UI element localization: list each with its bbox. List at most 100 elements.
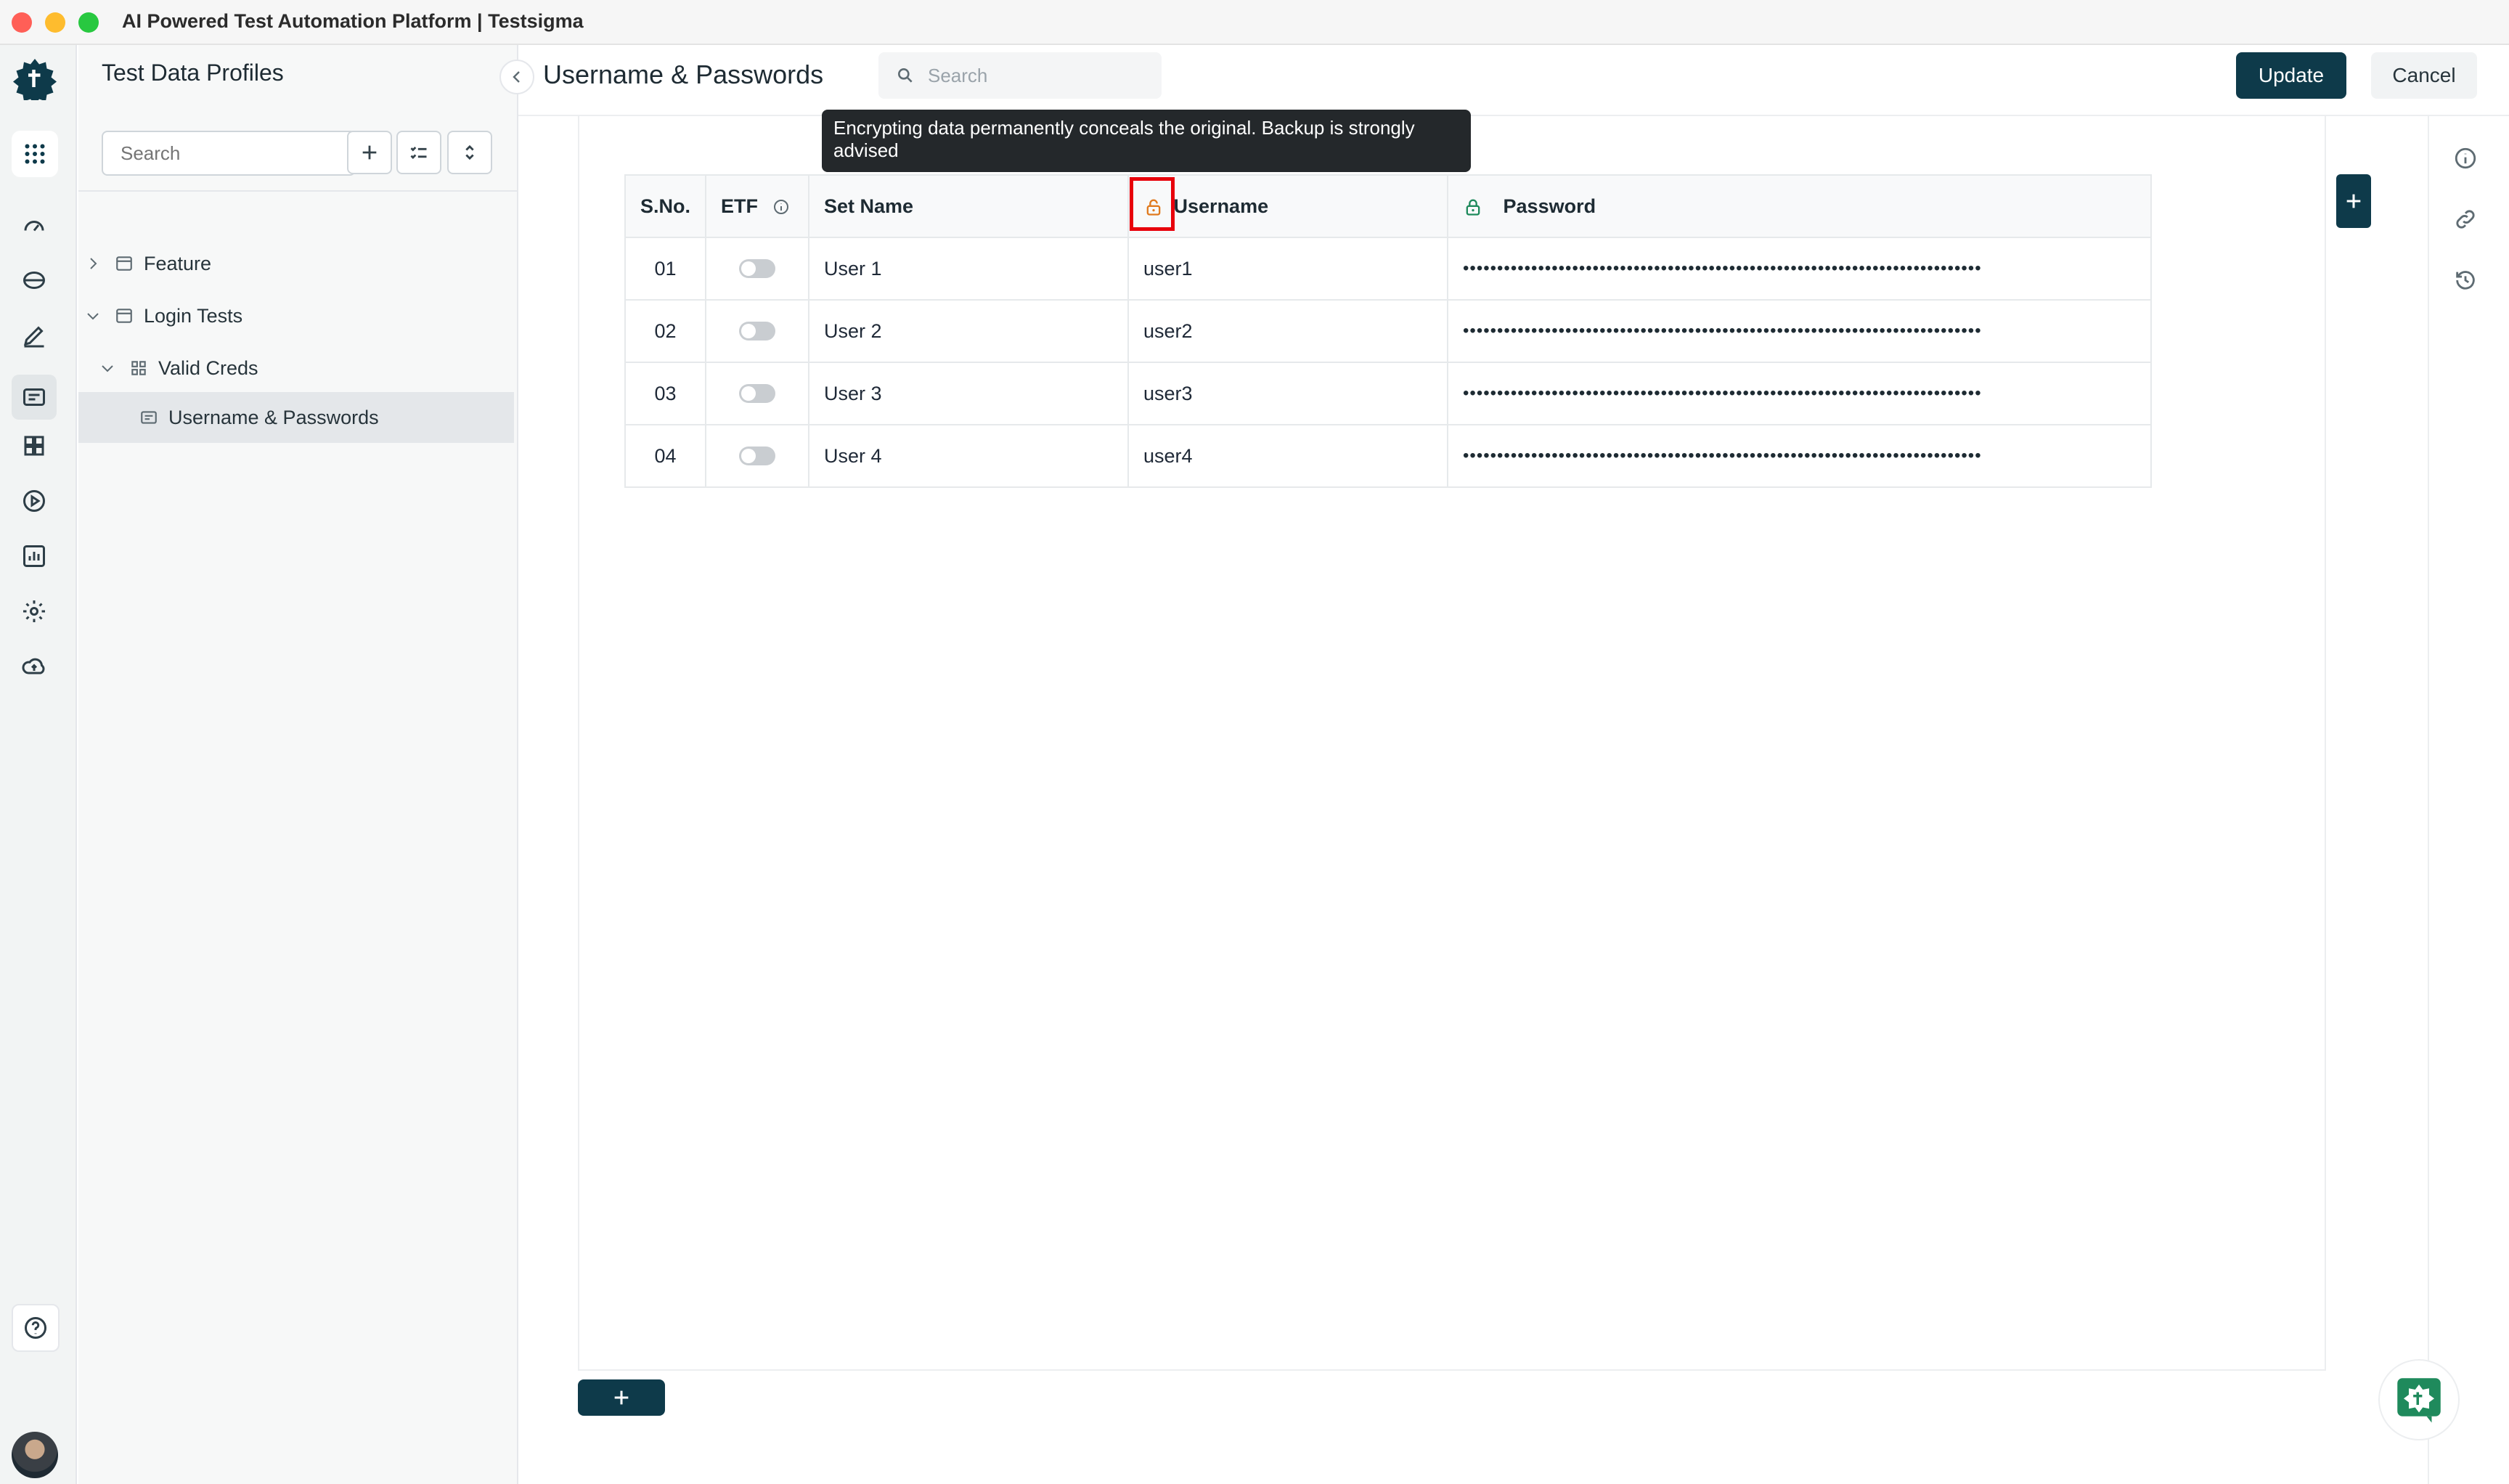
test-data-tree-panel: Test Data Profiles Feature Login Tests V… <box>78 45 534 1484</box>
right-rail-divider <box>2428 116 2429 1484</box>
history-icon[interactable] <box>2449 264 2481 296</box>
etf-toggle[interactable] <box>739 322 776 341</box>
table-header-row: S.No. ETF Set Name Username Password <box>624 174 2152 238</box>
edit-icon[interactable] <box>18 319 50 351</box>
column-header-label: Password <box>1503 195 1596 217</box>
password-cell[interactable]: ••••••••••••••••••••••••••••••••••••••••… <box>1447 362 2152 425</box>
row-sno: 03 <box>624 362 707 425</box>
plus-icon <box>2346 194 2361 208</box>
username-cell[interactable]: user2 <box>1127 299 1449 363</box>
apps-grid-icon[interactable] <box>12 131 58 177</box>
column-header-label: Username <box>1173 195 1269 217</box>
table-row: 04 User 4 user4 ••••••••••••••••••••••••… <box>624 424 2152 488</box>
chevron-down-icon <box>102 365 113 372</box>
table-row: 02 User 2 user2 ••••••••••••••••••••••••… <box>624 299 2152 363</box>
add-item-button[interactable] <box>347 131 392 174</box>
tree-item-label: Username & Passwords <box>168 406 379 428</box>
assistant-chat-button[interactable] <box>2378 1359 2460 1440</box>
row-sno: 02 <box>624 299 707 363</box>
checklist-icon <box>410 147 427 159</box>
tree-item-label: Feature <box>144 252 212 274</box>
etf-cell <box>705 299 810 363</box>
folder-icon <box>116 256 132 271</box>
column-header-label: ETF <box>721 195 759 217</box>
locked-encrypted-icon[interactable] <box>1463 197 1483 217</box>
search-placeholder: Search <box>928 64 988 86</box>
tree-item-feature[interactable]: Feature <box>84 238 513 289</box>
tree-item-label: Login Tests <box>144 304 243 327</box>
expand-collapse-button[interactable] <box>447 131 492 174</box>
data-profile-icon <box>141 411 157 424</box>
collapse-panel-button[interactable] <box>499 60 534 94</box>
chevron-down-icon <box>87 313 99 320</box>
panel-title: Test Data Profiles <box>102 60 284 86</box>
chevron-updown-icon <box>465 144 474 160</box>
plus-icon <box>362 145 377 160</box>
link-icon[interactable] <box>2449 203 2481 235</box>
row-sno: 04 <box>624 424 707 488</box>
set-name-cell[interactable]: User 3 <box>808 362 1130 425</box>
etf-toggle[interactable] <box>739 384 776 403</box>
tree-item-login-tests[interactable]: Login Tests <box>84 290 513 341</box>
set-name-cell[interactable]: User 2 <box>808 299 1130 363</box>
column-header-sno: S.No. <box>624 174 707 238</box>
dashboard-icon[interactable] <box>18 209 50 241</box>
column-header-etf: ETF <box>705 174 810 238</box>
minimize-window-button[interactable] <box>45 12 65 33</box>
info-icon[interactable] <box>2449 142 2481 174</box>
reports-icon[interactable] <box>18 540 50 572</box>
maximize-window-button[interactable] <box>78 12 99 33</box>
encryption-tooltip: Encrypting data permanently conceals the… <box>822 110 1471 172</box>
password-cell[interactable]: ••••••••••••••••••••••••••••••••••••••••… <box>1447 237 2152 301</box>
window-title: AI Powered Test Automation Platform | Te… <box>122 10 584 32</box>
chat-bot-icon <box>2397 1378 2441 1423</box>
etf-cell <box>705 237 810 301</box>
folder-icon <box>116 309 132 323</box>
cancel-button[interactable]: Cancel <box>2371 52 2477 99</box>
cloud-upload-icon[interactable] <box>18 651 50 682</box>
password-cell[interactable]: ••••••••••••••••••••••••••••••••••••••••… <box>1447 299 2152 363</box>
etf-cell <box>705 424 810 488</box>
page-title: Username & Passwords <box>543 60 824 89</box>
user-avatar[interactable] <box>12 1432 58 1478</box>
username-cell[interactable]: user4 <box>1127 424 1449 488</box>
close-window-button[interactable] <box>12 12 32 33</box>
window-titlebar: AI Powered Test Automation Platform | Te… <box>0 0 2509 45</box>
tree-item-username-passwords[interactable]: Username & Passwords <box>78 392 514 443</box>
username-cell[interactable]: user3 <box>1127 362 1449 425</box>
etf-toggle[interactable] <box>739 259 776 278</box>
modules-icon[interactable] <box>18 430 50 462</box>
app-nav-rail <box>0 45 77 1484</box>
test-data-icon[interactable] <box>12 375 57 420</box>
add-column-button[interactable] <box>2336 174 2371 228</box>
tree-item-label: Valid Creds <box>158 356 258 379</box>
username-cell[interactable]: user1 <box>1127 237 1449 301</box>
table-row: 01 User 1 user1 ••••••••••••••••••••••••… <box>624 237 2152 301</box>
password-cell[interactable]: ••••••••••••••••••••••••••••••••••••••••… <box>1447 424 2152 488</box>
plus-icon <box>614 1390 629 1405</box>
search-icon <box>898 68 913 83</box>
top-search-input[interactable]: Search <box>878 52 1162 99</box>
run-icon[interactable] <box>18 485 50 517</box>
dataset-grid-icon <box>131 361 146 375</box>
add-row-button[interactable] <box>578 1379 665 1416</box>
divider <box>78 190 518 192</box>
testsigma-logo-icon[interactable] <box>13 57 57 100</box>
settings-gear-icon[interactable] <box>18 595 50 627</box>
column-header-password[interactable]: Password <box>1447 174 2152 238</box>
tree-item-valid-creds[interactable]: Valid Creds <box>99 343 513 394</box>
update-button[interactable]: Update <box>2236 52 2346 99</box>
highlight-box <box>1130 177 1175 231</box>
row-sno: 01 <box>624 237 707 301</box>
agent-icon[interactable] <box>18 264 50 296</box>
info-icon[interactable] <box>772 198 790 216</box>
tree-search-input[interactable] <box>102 131 356 176</box>
set-name-cell[interactable]: User 1 <box>808 237 1130 301</box>
etf-cell <box>705 362 810 425</box>
set-name-cell[interactable]: User 4 <box>808 424 1130 488</box>
column-header-username[interactable]: Username <box>1127 174 1449 238</box>
select-items-button[interactable] <box>396 131 441 174</box>
help-icon[interactable] <box>12 1304 60 1352</box>
column-header-set-name: Set Name <box>808 174 1130 238</box>
etf-toggle[interactable] <box>739 447 776 465</box>
